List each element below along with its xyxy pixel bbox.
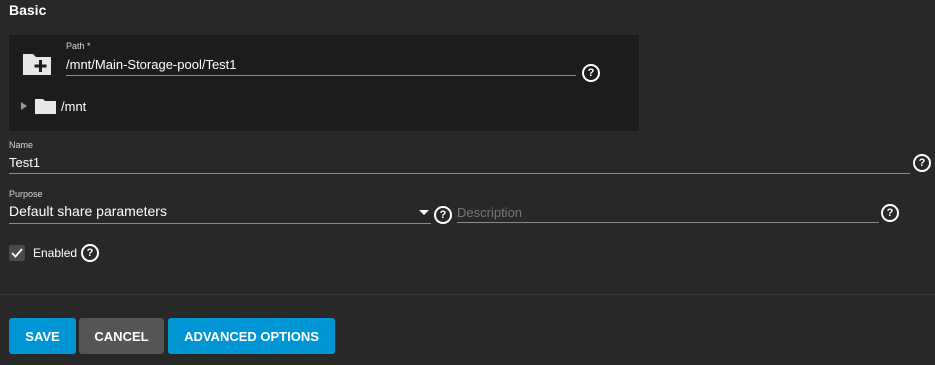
tree-node-mnt[interactable]: /mnt (21, 97, 86, 115)
description-help-icon[interactable]: ? (881, 204, 899, 222)
dropdown-arrow-icon (419, 210, 429, 215)
path-label: Path * (66, 41, 91, 51)
cancel-button[interactable]: CANCEL (79, 318, 164, 354)
name-help-icon[interactable]: ? (913, 154, 931, 172)
tree-node-label: /mnt (61, 98, 87, 114)
name-input[interactable] (9, 151, 910, 174)
purpose-help-icon[interactable]: ? (434, 206, 452, 224)
folder-icon (35, 99, 56, 114)
path-explorer: Path * ? /mnt (9, 35, 639, 131)
checkmark-icon (11, 248, 23, 258)
description-input[interactable] (457, 202, 879, 223)
purpose-select[interactable]: Default share parameters (9, 201, 431, 224)
name-label: Name (9, 140, 34, 150)
save-button[interactable]: SAVE (9, 318, 76, 354)
expand-caret-icon[interactable] (21, 102, 27, 110)
advanced-options-button[interactable]: ADVANCED OPTIONS (168, 318, 335, 354)
smb-share-form: Basic Path * ? /mnt Name ? Purpose Defau… (0, 0, 935, 365)
enabled-checkbox[interactable] (9, 245, 25, 261)
purpose-label: Purpose (9, 189, 43, 199)
divider (0, 294, 935, 295)
path-input[interactable] (66, 54, 576, 76)
folder-add-icon[interactable] (21, 51, 53, 77)
path-help-icon[interactable]: ? (582, 64, 600, 82)
section-title: Basic (9, 2, 47, 18)
enabled-help-icon[interactable]: ? (81, 244, 99, 262)
enabled-label: Enabled (33, 246, 78, 260)
purpose-selected-value: Default share parameters (9, 203, 167, 219)
